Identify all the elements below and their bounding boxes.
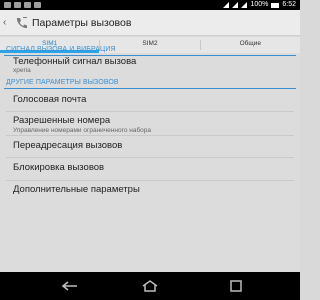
item-title: Блокировка вызовов [13,162,105,173]
status-system: 100% 6:52 [223,0,296,10]
ringtone-title: Телефонный сигнал вызова [13,56,137,67]
nav-back-button[interactable] [58,278,82,294]
list-item-fixed-dialing[interactable]: Разрешенные номера Управление номерами о… [0,115,300,134]
list-divider [6,111,294,112]
action-bar: ‹ Параметры вызовов [0,10,300,36]
item-subtitle: Управление номерами ограниченного набора [13,127,152,134]
list-item-call-forwarding[interactable]: Переадресация вызовов [0,140,300,151]
phone-settings-icon[interactable] [14,16,28,30]
settings-list: СИГНАЛ ВЫЗОВА И ВИБРАЦИЯ Телефонный сигн… [0,46,300,272]
wifi-icon [223,2,230,8]
notification-icon [4,2,11,8]
list-divider [6,157,294,158]
battery-icon [271,2,280,8]
section-header-other: ДРУГИЕ ПАРАМЕТРЫ ВЫЗОВОВ [6,79,119,86]
item-title: Дополнительные параметры [13,184,140,195]
ringtone-value: xperia [13,67,31,74]
signal-icon [232,2,239,8]
home-icon [142,280,158,292]
list-divider [6,135,294,136]
list-item-call-barring[interactable]: Блокировка вызовов [0,162,300,173]
status-bar: 100% 6:52 [0,0,300,10]
section-divider [4,88,296,89]
list-item-voicemail[interactable]: Голосовая почта [0,94,300,105]
list-divider [6,180,294,181]
notification-icon [14,2,21,8]
recent-apps-icon [230,280,242,292]
item-title: Голосовая почта [13,94,87,105]
item-title: Разрешенные номера [13,115,111,126]
status-time: 6:52 [282,1,296,8]
status-notifications [4,0,41,10]
back-arrow-icon [61,281,77,291]
signal-icon [241,2,248,8]
list-item-ringtone[interactable]: Телефонный сигнал вызова xperia [0,56,300,74]
page-title: Параметры вызовов [32,17,132,29]
navigation-bar [0,272,300,300]
notification-icon [34,2,41,8]
nav-home-button[interactable] [138,278,162,294]
list-item-additional-settings[interactable]: Дополнительные параметры [0,184,300,195]
battery-percent: 100% [250,1,269,8]
item-title: Переадресация вызовов [13,140,123,151]
nav-recent-button[interactable] [224,278,248,294]
section-header-call-signal: СИГНАЛ ВЫЗОВА И ВИБРАЦИЯ [6,46,116,53]
notification-icon [24,2,31,8]
